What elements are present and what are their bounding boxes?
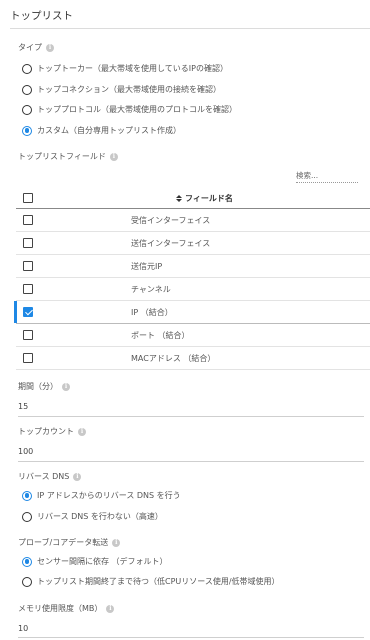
reverse-dns-option-enabled[interactable]: IP アドレスからのリバース DNS を行う bbox=[22, 490, 181, 501]
info-icon[interactable]: i bbox=[78, 427, 86, 436]
type-label-text: タイプ bbox=[18, 43, 42, 52]
checkbox-icon[interactable] bbox=[23, 353, 33, 363]
title-divider bbox=[10, 28, 370, 29]
checkbox-icon[interactable] bbox=[23, 307, 33, 317]
probe-transfer-option-interval[interactable]: センサー間隔に依存 （デフォルト） bbox=[22, 556, 168, 567]
radio-icon[interactable] bbox=[22, 490, 32, 501]
select-all-checkbox[interactable] bbox=[23, 193, 33, 203]
radio-icon[interactable] bbox=[22, 104, 32, 115]
column-header-field-name[interactable]: フィールド名 bbox=[176, 193, 233, 204]
type-option-top-protocol[interactable]: トッププロトコル（最大帯域使用のプロトコルを確認） bbox=[22, 104, 237, 115]
memory-limit-label: メモリ使用限度（MB） i bbox=[18, 603, 115, 614]
radio-icon[interactable] bbox=[22, 125, 32, 136]
period-input-underline bbox=[18, 416, 364, 417]
probe-transfer-label-text: プローブ/コアデータ転送 bbox=[18, 538, 109, 547]
info-icon[interactable]: i bbox=[106, 604, 115, 613]
field-name: チャンネル bbox=[131, 284, 171, 294]
field-name: 送信元IP bbox=[131, 261, 163, 271]
type-option-top-talker[interactable]: トップトーカー（最大帯域を使用しているIPの確認） bbox=[22, 63, 228, 74]
page-title: トップリスト bbox=[10, 10, 73, 22]
period-label: 期間（分） i bbox=[18, 381, 70, 392]
table-row[interactable]: ポート （結合） bbox=[16, 324, 370, 347]
probe-transfer-option-label: センサー間隔に依存 （デフォルト） bbox=[37, 557, 168, 566]
top-count-label: トップカウント i bbox=[18, 426, 86, 437]
type-option-custom[interactable]: カスタム（自分専用トップリスト作成） bbox=[22, 125, 181, 136]
field-name: 送信インターフェイス bbox=[131, 238, 211, 248]
reverse-dns-option-label: リバース DNS を行わない（高速） bbox=[37, 512, 163, 521]
checkbox-icon[interactable] bbox=[23, 284, 33, 294]
column-header-label: フィールド名 bbox=[185, 193, 233, 203]
radio-icon[interactable] bbox=[22, 84, 32, 95]
type-option-label: トップコネクション（最大帯域使用の接続を確認） bbox=[37, 85, 221, 94]
field-name: IP （結合） bbox=[131, 307, 173, 317]
table-row[interactable]: 送信インターフェイス bbox=[16, 232, 370, 255]
period-label-text: 期間（分） bbox=[18, 382, 58, 391]
info-icon[interactable]: i bbox=[73, 472, 82, 481]
type-option-top-connection[interactable]: トップコネクション（最大帯域使用の接続を確認） bbox=[22, 84, 221, 95]
info-icon[interactable]: i bbox=[112, 538, 121, 547]
radio-icon[interactable] bbox=[22, 576, 32, 587]
search-input[interactable]: 検索... bbox=[296, 170, 358, 183]
checkbox-icon[interactable] bbox=[23, 238, 33, 248]
reverse-dns-option-disabled[interactable]: リバース DNS を行わない（高速） bbox=[22, 511, 163, 522]
probe-transfer-option-wait[interactable]: トップリスト期間終了まで待つ（低CPUリソース使用/低帯域使用） bbox=[22, 576, 280, 587]
fields-label-text: トップリストフィールド bbox=[18, 152, 106, 161]
checkbox-icon[interactable] bbox=[23, 215, 33, 225]
checkbox-icon[interactable] bbox=[23, 330, 33, 340]
memory-limit-label-text: メモリ使用限度（MB） bbox=[18, 604, 103, 613]
reverse-dns-option-label: IP アドレスからのリバース DNS を行う bbox=[37, 491, 181, 500]
info-icon[interactable]: i bbox=[62, 382, 70, 391]
probe-transfer-label: プローブ/コアデータ転送 i bbox=[18, 537, 121, 548]
field-name: 受信インターフェイス bbox=[131, 215, 211, 225]
memory-limit-input[interactable]: 10 bbox=[18, 624, 28, 633]
table-row[interactable]: 受信インターフェイス bbox=[16, 209, 370, 232]
fields-table: フィールド名 受信インターフェイス 送信インターフェイス 送信元IP チャンネル… bbox=[14, 188, 370, 370]
type-label: タイプ i bbox=[18, 42, 54, 53]
info-icon[interactable]: i bbox=[109, 152, 118, 161]
type-option-label: トップトーカー（最大帯域を使用しているIPの確認） bbox=[37, 64, 228, 73]
radio-icon[interactable] bbox=[22, 511, 32, 522]
sort-icon[interactable] bbox=[176, 194, 182, 202]
table-row[interactable]: チャンネル bbox=[16, 278, 370, 301]
checkbox-icon[interactable] bbox=[23, 261, 33, 271]
top-count-input[interactable]: 100 bbox=[18, 447, 33, 456]
memory-limit-input-underline bbox=[18, 637, 364, 638]
top-count-input-underline bbox=[18, 461, 364, 462]
type-option-label: カスタム（自分専用トップリスト作成） bbox=[37, 126, 181, 135]
top-count-label-text: トップカウント bbox=[18, 427, 74, 436]
table-row[interactable]: MACアドレス （結合） bbox=[16, 347, 370, 370]
fields-label: トップリストフィールド i bbox=[18, 151, 118, 162]
info-icon[interactable]: i bbox=[46, 43, 54, 52]
table-row-selected[interactable]: IP （結合） bbox=[14, 301, 370, 324]
field-name: ポート （結合） bbox=[131, 330, 190, 340]
reverse-dns-label: リバース DNS i bbox=[18, 471, 82, 482]
field-name: MACアドレス （結合） bbox=[131, 353, 216, 363]
radio-icon[interactable] bbox=[22, 63, 32, 74]
probe-transfer-option-label: トップリスト期間終了まで待つ（低CPUリソース使用/低帯域使用） bbox=[37, 577, 280, 586]
selection-indicator bbox=[14, 301, 17, 323]
table-row[interactable]: 送信元IP bbox=[16, 255, 370, 278]
type-option-label: トッププロトコル（最大帯域使用のプロトコルを確認） bbox=[37, 105, 237, 114]
reverse-dns-label-text: リバース DNS bbox=[18, 472, 70, 481]
radio-icon[interactable] bbox=[22, 556, 32, 567]
table-header: フィールド名 bbox=[16, 188, 370, 209]
period-input[interactable]: 15 bbox=[18, 402, 28, 411]
